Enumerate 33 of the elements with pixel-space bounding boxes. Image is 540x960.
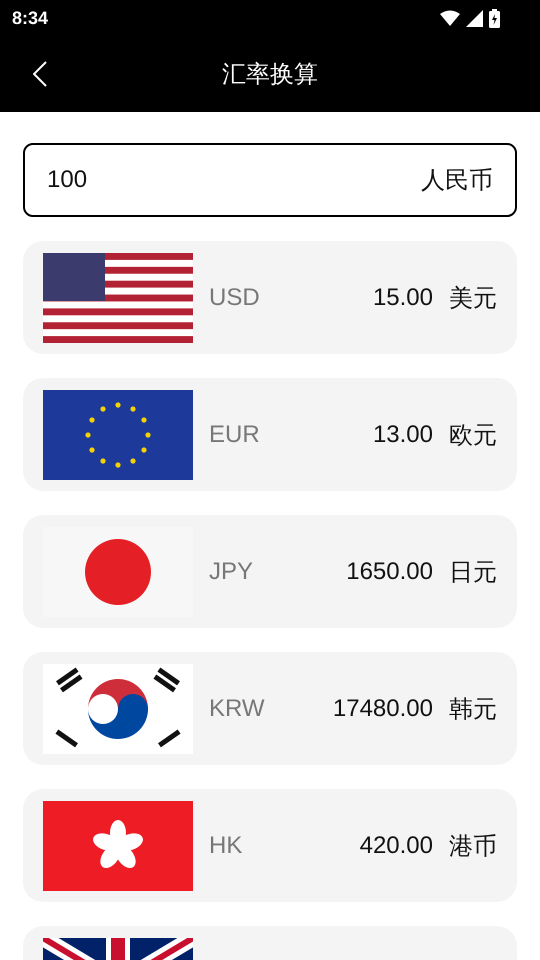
currency-name: 日元 [449, 556, 497, 588]
currency-code: EUR [209, 420, 260, 448]
converted-amount: 13.00 [372, 420, 433, 448]
back-button[interactable] [33, 61, 47, 87]
converted-amount: 17480.00 [332, 694, 433, 722]
currency-card[interactable]: KRW 17480.00 韩元 [23, 652, 517, 765]
flag-icon [43, 664, 193, 754]
converted-amount: 1650.00 [346, 558, 433, 586]
converted-amount: 15.00 [372, 284, 433, 312]
converted-amount: 420.00 [360, 832, 433, 860]
currency-code: HK [209, 832, 242, 860]
currency-name: 美元 [449, 282, 497, 314]
page-title: 汇率换算 [222, 59, 318, 90]
flag-icon [43, 252, 193, 342]
currency-code: KRW [209, 694, 265, 722]
amount-input-field[interactable]: 100 人民币 [23, 143, 517, 217]
currency-code: USD [209, 284, 260, 312]
amount-value: 100 [47, 166, 88, 194]
currency-card[interactable]: USD 15.00 美元 [23, 241, 517, 354]
wifi-icon [440, 10, 460, 26]
currency-card[interactable]: HK 420.00 港币 [23, 789, 517, 902]
cellular-signal-icon [466, 10, 483, 26]
flag-icon [43, 390, 193, 480]
currency-card[interactable]: JPY 1650.00 日元 [23, 515, 517, 628]
flag-icon [43, 800, 193, 890]
battery-charging-icon [489, 8, 500, 28]
currency-name: 欧元 [449, 420, 497, 450]
status-time: 8:34 [12, 8, 48, 28]
currency-label: 人民币 [421, 165, 493, 196]
currency-code: JPY [209, 558, 254, 586]
currency-name: 韩元 [449, 694, 497, 724]
currency-name: 港币 [449, 830, 497, 862]
currency-card[interactable]: EUR 13.00 欧元 [23, 378, 517, 491]
